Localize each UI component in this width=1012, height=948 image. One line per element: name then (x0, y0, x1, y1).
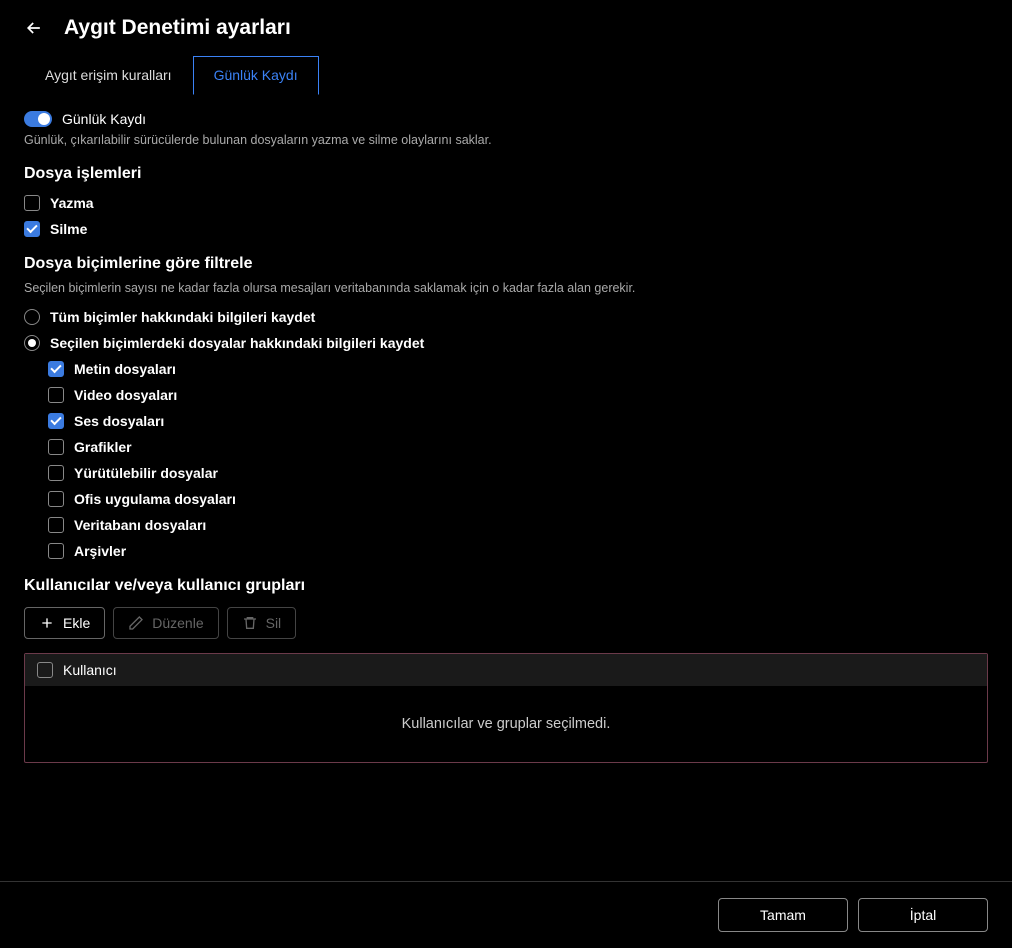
cancel-button[interactable]: İptal (858, 898, 988, 932)
users-table: Kullanıcı Kullanıcılar ve gruplar seçilm… (24, 653, 988, 763)
checkbox-graphics[interactable] (48, 439, 64, 455)
trash-icon (242, 615, 258, 631)
label-database: Veritabanı dosyaları (74, 517, 206, 533)
label-audio-files: Ses dosyaları (74, 413, 164, 429)
label-write: Yazma (50, 195, 94, 211)
delete-button: Sil (227, 607, 297, 639)
checkbox-write[interactable] (24, 195, 40, 211)
logging-toggle-label: Günlük Kaydı (62, 111, 146, 127)
checkbox-text-files[interactable] (48, 361, 64, 377)
table-header: Kullanıcı (25, 654, 987, 686)
label-delete: Silme (50, 221, 87, 237)
label-selected-formats: Seçilen biçimlerdeki dosyalar hakkındaki… (50, 335, 424, 351)
filter-description: Seçilen biçimlerin sayısı ne kadar fazla… (24, 281, 988, 295)
filter-title: Dosya biçimlerine göre filtrele (24, 255, 988, 273)
checkbox-executable[interactable] (48, 465, 64, 481)
tab-access-rules[interactable]: Aygıt erişim kuralları (24, 56, 193, 94)
users-title: Kullanıcılar ve/veya kullanıcı grupları (24, 577, 988, 595)
checkbox-video-files[interactable] (48, 387, 64, 403)
label-all-formats: Tüm biçimler hakkındaki bilgileri kaydet (50, 309, 315, 325)
edit-button-label: Düzenle (152, 615, 203, 631)
add-button-label: Ekle (63, 615, 90, 631)
checkbox-audio-files[interactable] (48, 413, 64, 429)
ok-button[interactable]: Tamam (718, 898, 848, 932)
table-empty-message: Kullanıcılar ve gruplar seçilmedi. (25, 686, 987, 762)
label-video-files: Video dosyaları (74, 387, 177, 403)
column-user[interactable]: Kullanıcı (63, 662, 117, 678)
file-ops-title: Dosya işlemleri (24, 165, 988, 183)
radio-all-formats[interactable] (24, 309, 40, 325)
label-text-files: Metin dosyaları (74, 361, 176, 377)
delete-button-label: Sil (266, 615, 282, 631)
plus-icon (39, 615, 55, 631)
radio-selected-formats[interactable] (24, 335, 40, 351)
back-icon[interactable] (24, 18, 44, 38)
checkbox-office[interactable] (48, 491, 64, 507)
checkbox-database[interactable] (48, 517, 64, 533)
logging-toggle[interactable] (24, 111, 52, 127)
page-title: Aygıt Denetimi ayarları (64, 16, 291, 40)
label-archives: Arşivler (74, 543, 126, 559)
checkbox-select-all-users[interactable] (37, 662, 53, 678)
add-button[interactable]: Ekle (24, 607, 105, 639)
checkbox-delete[interactable] (24, 221, 40, 237)
label-executable: Yürütülebilir dosyalar (74, 465, 218, 481)
label-office: Ofis uygulama dosyaları (74, 491, 236, 507)
tab-logging[interactable]: Günlük Kaydı (193, 56, 319, 95)
logging-description: Günlük, çıkarılabilir sürücülerde buluna… (24, 133, 988, 147)
label-graphics: Grafikler (74, 439, 132, 455)
edit-button: Düzenle (113, 607, 218, 639)
checkbox-archives[interactable] (48, 543, 64, 559)
pencil-icon (128, 615, 144, 631)
